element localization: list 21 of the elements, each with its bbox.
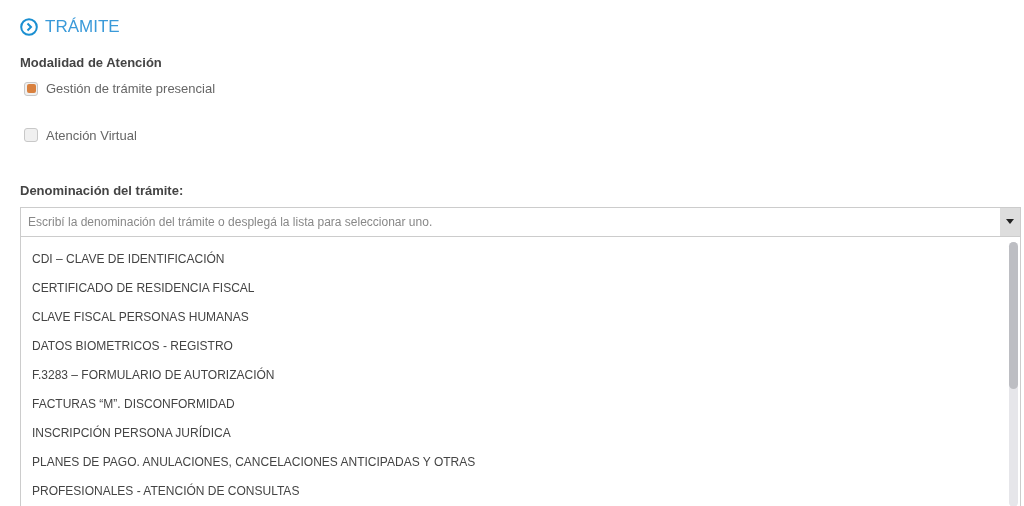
scrollbar-thumb[interactable] xyxy=(1009,241,1018,389)
checkbox[interactable] xyxy=(24,128,38,143)
dropdown-option[interactable]: INSCRIPCIÓN PERSONA JURÍDICA xyxy=(21,418,1009,448)
dropdown-button[interactable] xyxy=(1000,207,1020,236)
dropdown-option[interactable]: PROFESIONALES - ATENCIÓN DE CONSULTAS xyxy=(21,476,1009,506)
checkbox-label: Gestión de trámite presencial xyxy=(46,80,216,98)
caret-icon xyxy=(1006,219,1014,224)
procedure-label: Denominación del trámite: xyxy=(20,182,184,200)
dropdown-option[interactable]: F.3283 – FORMULARIO DE AUTORIZACIÓN xyxy=(21,360,1009,390)
dropdown-option[interactable]: FACTURAS “M”. DISCONFORMIDAD xyxy=(21,389,1009,419)
dropdown-option[interactable]: CDI – CLAVE DE IDENTIFICACIÓN xyxy=(21,244,1009,274)
checkbox[interactable] xyxy=(24,81,38,96)
section-title: TRÁMITE xyxy=(45,16,120,38)
checkbox-label: Atención Virtual xyxy=(46,126,137,145)
dropdown-option[interactable]: DATOS BIOMETRICOS - REGISTRO xyxy=(21,331,1009,361)
dropdown-option[interactable]: CERTIFICADO DE RESIDENCIA FISCAL xyxy=(21,273,1009,303)
scrollbar-track[interactable] xyxy=(1009,241,1018,506)
modality-label: Modalidad de Atención xyxy=(20,53,162,72)
dropdown-option[interactable]: CLAVE FISCAL PERSONAS HUMANAS xyxy=(21,302,1009,332)
dropdown-option[interactable]: PLANES DE PAGO. ANULACIONES, CANCELACIONES ANTICIPADAS Y OTRAS xyxy=(21,447,1009,477)
chevron-circle-icon xyxy=(20,17,38,36)
